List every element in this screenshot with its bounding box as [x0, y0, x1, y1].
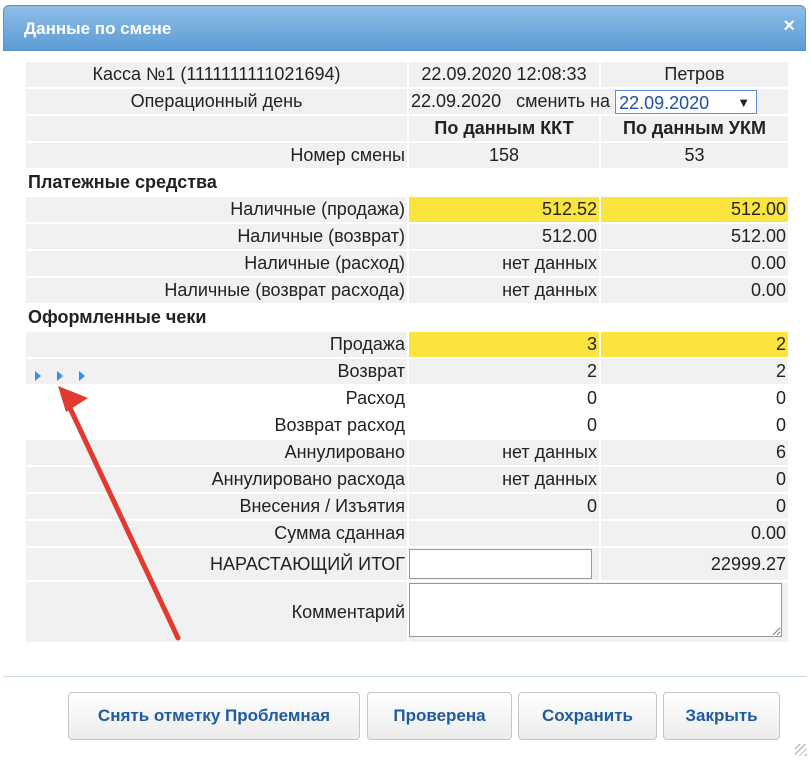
unmark-problem-button[interactable]: Снять отметку Проблемная: [68, 692, 360, 740]
mark-checked-button[interactable]: Проверена: [367, 692, 512, 740]
close-button[interactable]: Закрыть: [663, 692, 780, 740]
save-button[interactable]: Сохранить: [518, 692, 657, 740]
annotation-arrow-head: [58, 386, 88, 412]
annotation-arrow: [58, 386, 181, 641]
footer-divider: [3, 676, 806, 677]
resize-grip-icon[interactable]: [795, 744, 807, 756]
annotation-arrow-shaft: [67, 405, 181, 641]
